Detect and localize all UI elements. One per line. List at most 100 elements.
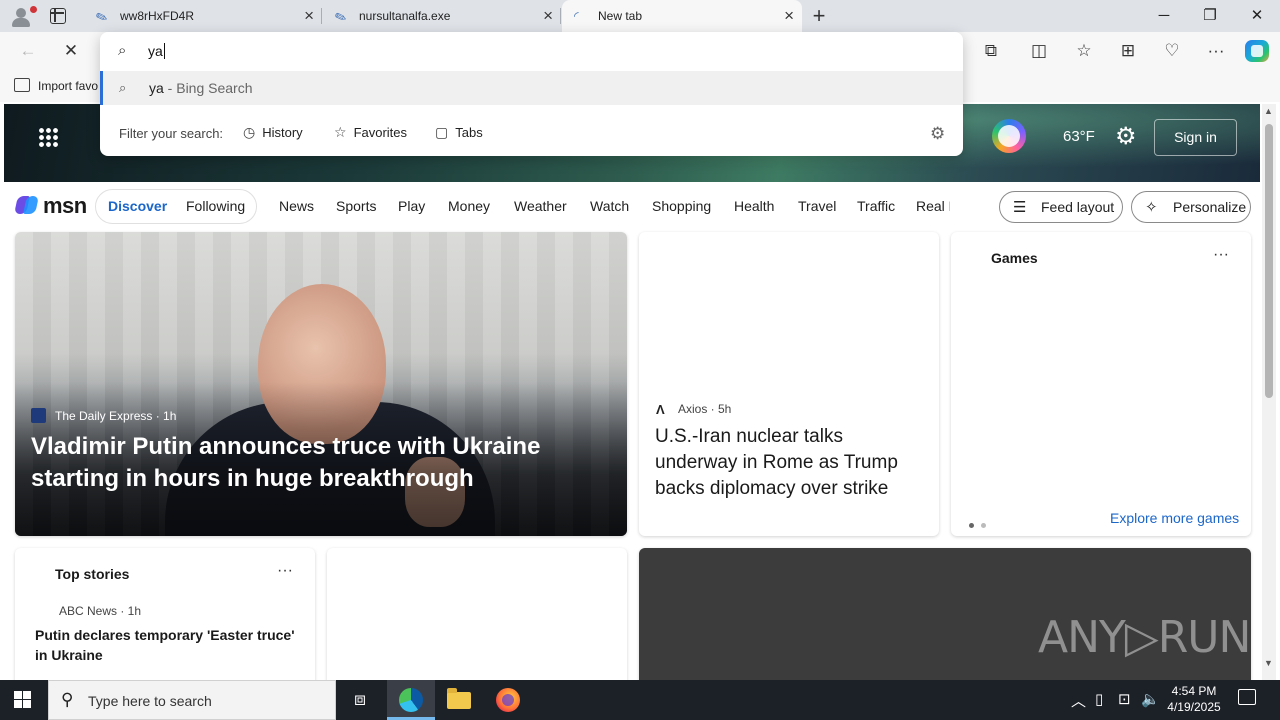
favorites-star-icon[interactable]: ☆ <box>1071 39 1097 63</box>
close-window-button[interactable]: ✕ <box>1234 0 1280 32</box>
favorites-star-icon: ☆ <box>334 124 347 140</box>
nav-watch[interactable]: Watch <box>590 198 629 214</box>
top-stories-card: Top stories ··· ABC News · 1h Putin decl… <box>15 548 315 680</box>
collections-icon[interactable]: ⊞ <box>1115 39 1141 63</box>
carousel-dots[interactable] <box>969 516 993 531</box>
network-icon[interactable]: ⊡ <box>1118 690 1131 708</box>
device-icon[interactable]: ▯ <box>1095 690 1103 708</box>
search-icon: ⚲ <box>61 690 74 709</box>
nav-travel[interactable]: Travel <box>798 198 836 214</box>
taskbar-search-placeholder: Type here to search <box>88 693 212 709</box>
task-view-icon[interactable]: ⧈ <box>336 680 384 720</box>
back-arrow-icon[interactable]: ← <box>15 39 41 63</box>
suggestion-suffix: - Bing Search <box>163 80 253 96</box>
top-stories-more-options-icon[interactable]: ··· <box>277 562 293 580</box>
feed-layout-button[interactable]: ☰ Feed layout <box>999 191 1123 223</box>
folder-icon <box>447 688 471 709</box>
restore-button[interactable]: ❐ <box>1187 0 1233 32</box>
close-tab-icon[interactable]: × <box>304 6 314 26</box>
nav-real-estate[interactable]: Real E <box>916 198 950 214</box>
filter-tabs[interactable]: ▢ Tabs <box>435 124 483 141</box>
games-title: Games <box>991 250 1038 266</box>
nav-following[interactable]: Following <box>186 198 245 214</box>
notification-center-icon[interactable] <box>1238 689 1256 705</box>
tab-nursultanalfa[interactable]: ✎ nursultanalfa.exe × <box>323 0 561 32</box>
axios-logo-icon: Λ <box>656 402 665 417</box>
stop-loading-icon[interactable]: ✕ <box>58 39 84 63</box>
personalize-button[interactable]: ✧ Personalize <box>1131 191 1251 223</box>
nav-money[interactable]: Money <box>448 198 490 214</box>
settings-gear-icon[interactable]: ⚙ <box>1115 122 1137 151</box>
search-suggestion[interactable]: ⌕ ya - Bing Search <box>100 71 963 105</box>
top-story-headline[interactable]: Putin declares temporary 'Easter truce' … <box>35 625 305 665</box>
nav-shopping[interactable]: Shopping <box>652 198 711 214</box>
app-launcher-icon[interactable] <box>38 127 58 147</box>
sign-in-button[interactable]: Sign in <box>1154 119 1237 156</box>
nav-news[interactable]: News <box>279 198 314 214</box>
split-screen-icon[interactable]: ◫ <box>1026 39 1052 63</box>
scroll-down-arrow-icon[interactable]: ▼ <box>1264 658 1273 668</box>
scrollbar-thumb[interactable] <box>1265 124 1273 398</box>
profile-avatar[interactable] <box>8 4 37 28</box>
nav-traffic[interactable]: Traffic <box>857 198 895 214</box>
extensions-icon[interactable]: ⧉ <box>978 39 1004 63</box>
copilot-badge-icon[interactable] <box>992 119 1026 153</box>
import-icon <box>14 78 30 92</box>
suggestion-query: ya <box>149 80 164 96</box>
copilot-icon[interactable] <box>1245 40 1269 62</box>
abc-news-source[interactable]: ABC News · 1h <box>59 604 141 618</box>
axios-headline[interactable]: U.S.-Iran nuclear talks underway in Rome… <box>655 424 930 502</box>
show-hidden-icons-chevron-icon[interactable]: ︿ <box>1071 690 1086 711</box>
tab-new-tab[interactable]: ◜ New tab × <box>562 0 802 32</box>
minimize-button[interactable]: ─ <box>1141 0 1187 32</box>
msn-logo-icon[interactable] <box>14 192 41 217</box>
browser-essentials-icon[interactable]: ♡ <box>1159 39 1185 63</box>
notification-dot <box>30 6 37 13</box>
nav-play[interactable]: Play <box>398 198 425 214</box>
history-clock-icon: ◷ <box>243 124 256 140</box>
search-icon: ⌕ <box>118 42 127 59</box>
workspaces-icon[interactable] <box>50 8 66 24</box>
nav-discover[interactable]: Discover <box>108 198 167 214</box>
explore-more-games-link[interactable]: Explore more games <box>1110 510 1239 526</box>
firefox-taskbar-button[interactable] <box>484 680 532 720</box>
filter-history[interactable]: ◷ History <box>243 124 303 141</box>
feather-icon: ✎ <box>332 7 349 27</box>
tab-title: ww8rHxFD4R <box>120 9 195 23</box>
hero-news-card[interactable]: The Daily Express · 1h Vladimir Putin an… <box>15 232 627 536</box>
windows-start-icon[interactable] <box>14 691 32 709</box>
system-clock[interactable]: 4:54 PM 4/19/2025 <box>1158 683 1230 715</box>
msn-new-tab-page: 63°F ⚙ Sign in ▲ ▼ msn Discover Followin… <box>0 102 1280 680</box>
hero-headline[interactable]: Vladimir Putin announces truce with Ukra… <box>31 431 621 495</box>
filter-tabs-label: Tabs <box>455 125 483 140</box>
import-favorites-link[interactable]: Import favo <box>38 79 98 93</box>
loading-spinner-icon: ◜ <box>574 9 579 23</box>
filter-label: Filter your search: <box>119 126 224 141</box>
search-settings-gear-icon[interactable]: ⚙ <box>930 124 945 144</box>
hero-source[interactable]: The Daily Express · 1h <box>55 409 176 423</box>
filter-favorites[interactable]: ☆ Favorites <box>334 124 407 141</box>
nav-sports[interactable]: Sports <box>336 198 376 214</box>
nav-weather[interactable]: Weather <box>514 198 567 214</box>
taskbar-search-box[interactable]: ⚲ Type here to search <box>48 680 336 720</box>
close-tab-icon[interactable]: × <box>784 6 794 26</box>
address-bar-input[interactable]: ya <box>148 43 165 59</box>
axios-source[interactable]: Axios · 5h <box>678 402 731 416</box>
scroll-up-arrow-icon[interactable]: ▲ <box>1264 106 1273 116</box>
nav-health[interactable]: Health <box>734 198 774 214</box>
edge-taskbar-button[interactable] <box>387 680 435 720</box>
file-explorer-button[interactable] <box>435 680 483 720</box>
msn-logo-text[interactable]: msn <box>43 193 87 219</box>
new-tab-button[interactable]: + <box>807 2 831 30</box>
more-menu-icon[interactable]: ··· <box>1203 39 1229 63</box>
games-more-options-icon[interactable]: ··· <box>1213 246 1229 264</box>
tab-strip: ✎ ww8rHxFD4R × ✎ nursultanalfa.exe × ◜ N… <box>0 0 1280 32</box>
volume-icon[interactable]: 🔈 <box>1141 690 1160 708</box>
tab-ww8rhxfd4r[interactable]: ✎ ww8rHxFD4R × <box>84 0 322 32</box>
axios-news-card[interactable]: Λ Axios · 5h U.S.-Iran nuclear talks und… <box>639 232 939 536</box>
publisher-logo-icon <box>31 408 46 423</box>
search-filter-row: Filter your search: ◷ History ☆ Favorites … <box>100 116 963 152</box>
close-tab-icon[interactable]: × <box>543 6 553 26</box>
feather-icon: ✎ <box>93 7 110 27</box>
weather-temperature[interactable]: 63°F <box>1063 128 1095 145</box>
